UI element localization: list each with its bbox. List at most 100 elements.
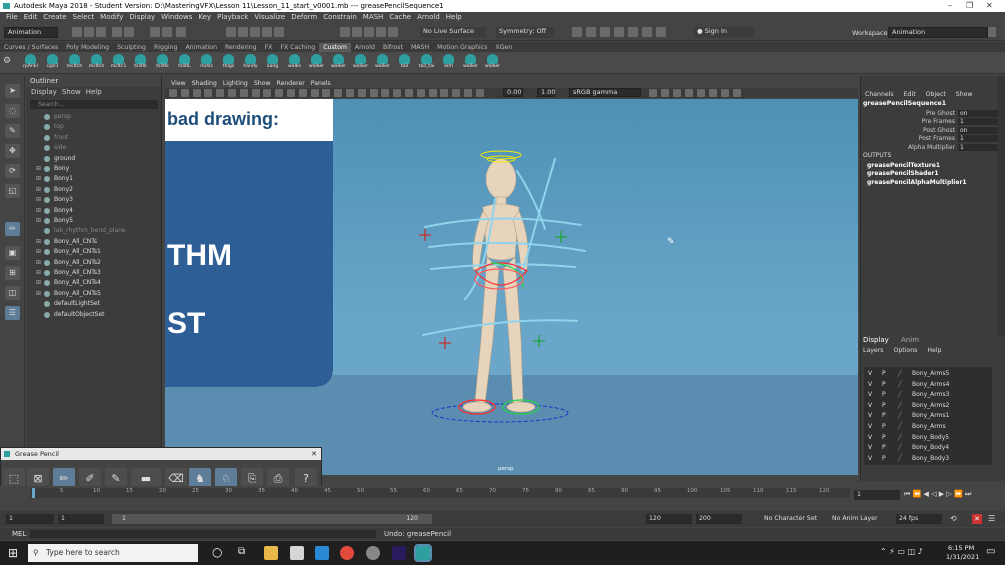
layer-color-swatch[interactable]: ╱ [898,390,902,400]
render-icon[interactable] [352,27,362,37]
viewport-tool-icon[interactable] [697,89,705,97]
display-tab[interactable]: Display [863,336,889,344]
channel-attribute-value[interactable]: on [958,126,998,134]
shelf-button[interactable]: walker [330,54,347,72]
outliner-item[interactable]: ⊞ Bony5 [28,216,158,226]
side-by-side-icon[interactable]: ◫ [5,286,20,300]
menu-display[interactable]: Display [129,13,155,21]
step-forward-key-icon[interactable]: ⏩ [954,490,963,498]
system-tray-icons[interactable]: ⌃ ⚡ ▭ ◫ ♪ [880,547,923,556]
shelf-button[interactable]: tslitlk [132,54,149,72]
outliner-item[interactable]: ⊞ Bony_All_CNTs3 [28,268,158,278]
expand-icon[interactable]: ⊞ [36,185,41,195]
viewport-menu-lighting[interactable]: Lighting [223,80,248,87]
layer-menu-options[interactable]: Options [893,347,917,354]
layer-row[interactable]: V P ╱ Bony_Arms5 [864,369,984,379]
viewport-tool-icon[interactable] [216,89,225,97]
viewport-tool-icon[interactable] [287,89,295,97]
layer-visibility-toggle[interactable]: V [868,443,872,453]
workspace-dropdown[interactable]: Animation [888,27,988,38]
outliner-item[interactable]: top [28,122,158,132]
expand-icon[interactable]: ⊞ [36,237,41,247]
outliner-search-input[interactable]: Search... [30,100,158,109]
select-tool-icon[interactable]: ➤ [5,84,20,98]
viewport-tool-icon[interactable] [239,89,248,97]
select-hierarchy-icon[interactable] [150,27,160,37]
loop-icon[interactable]: ⟲ [950,514,957,523]
menu-cache[interactable]: Cache [389,13,411,21]
shelf-button[interactable]: tslitlL [176,54,193,72]
task-view-icon[interactable]: ⧉ [238,546,245,557]
viewport-tool-icon[interactable] [393,89,402,97]
step-forward-icon[interactable]: ▷ [946,490,951,498]
mel-label[interactable]: MEL [12,528,26,540]
viewport-tool-icon[interactable] [357,89,366,97]
select-component-icon[interactable] [176,27,186,37]
premiere-icon[interactable] [392,546,406,560]
channel-attribute-row[interactable]: Alpha Multiplier 1 [861,143,999,152]
viewport-tool-icon[interactable] [661,89,669,97]
time-ruler[interactable]: 5 10 15 20 25 30 35 40 45 50 55 60 65 70 75 80 85 90 95 100… [30,488,850,498]
notifications-icon[interactable]: ▭ [986,546,995,557]
menu-mash[interactable]: MASH [363,13,384,21]
mel-input[interactable] [30,530,376,538]
render-sequence-icon[interactable] [586,27,596,37]
channel-attribute-value[interactable]: 1 [958,143,998,151]
render-frame-icon[interactable] [572,27,582,37]
output-node[interactable]: greasePencilShader1 [867,170,939,177]
snap-surface-icon[interactable] [262,27,272,37]
menu-select[interactable]: Select [73,13,95,21]
go-end-icon[interactable]: ⏭ [965,490,971,498]
channel-attribute-row[interactable]: Post Ghost on [861,126,999,135]
menu-deform[interactable]: Deform [291,13,317,21]
menu-constrain[interactable]: Constrain [323,13,357,21]
ipr-render-icon[interactable] [600,27,610,37]
outliner-item[interactable]: ⊞ Bony_All_CNTs5 [28,289,158,299]
menu-help[interactable]: Help [446,13,462,21]
character-set-dropdown[interactable]: No Character Set [764,515,817,522]
viewport-persp[interactable]: bad drawing: THM ST ✎ persp [165,99,858,475]
outliner-item[interactable]: ground [28,154,158,164]
layer-menu-help[interactable]: Help [927,347,941,354]
render-settings-icon[interactable] [376,27,386,37]
layer-row[interactable]: V P ╱ Bony_Body4 [864,443,984,453]
layer-row[interactable]: V P ╱ Bony_Body3 [864,454,984,464]
layer-row[interactable]: V P ╱ Bony_Body5 [864,433,984,443]
shelf-button[interactable]: mcltch [66,54,83,72]
step-back-icon[interactable]: ◀ [924,490,929,498]
shelf-button[interactable]: handy [242,54,259,72]
outliner-item[interactable]: persp [28,112,158,122]
paint-select-icon[interactable]: ✎ [5,124,20,138]
anim-layer-dropdown[interactable]: No Anim Layer [832,515,878,522]
layer-color-swatch[interactable]: ╱ [898,380,902,390]
grease-pencil-tool-icon[interactable]: ✏ [5,222,20,236]
browser-icon[interactable] [366,546,380,560]
channel-attribute-value[interactable]: 1 [958,135,998,143]
gamma-field[interactable]: 1.00 [537,88,555,97]
shelf-button[interactable]: mcltch [88,54,105,72]
viewport-tool-icon[interactable] [381,89,390,97]
outliner-menu-show[interactable]: Show [62,88,81,96]
shelf-button[interactable]: mcltc1 [110,54,127,72]
shelf-button[interactable]: rpAnkl [22,54,39,72]
clock-date[interactable]: 1/31/2021 [946,553,979,561]
minimize-button[interactable]: – [948,0,952,12]
shelf-button[interactable]: walker [484,54,501,72]
viewport-tool-icon[interactable] [346,89,354,97]
hypershade-icon[interactable] [388,27,398,37]
viewport-tool-icon[interactable] [310,89,319,97]
shelf-button[interactable]: cgsl1 [44,54,61,72]
outliner-item[interactable]: ⊞ Bony2 [28,185,158,195]
viewport-tool-icon[interactable] [334,89,343,97]
outliner-item[interactable]: lab_rhythm_bend_plane [28,226,158,236]
layer-row[interactable]: V P ╱ Bony_Arms2 [864,401,984,411]
current-frame-field[interactable]: 1 [854,490,900,500]
four-view-icon[interactable]: ⊞ [5,266,20,280]
shelf-button[interactable]: mctls [198,54,215,72]
shelf-button[interactable]: tail [396,54,413,72]
shelf-button[interactable]: walker [352,54,369,72]
layer-playback-toggle[interactable]: P [882,433,886,443]
step-back-key-icon[interactable]: ⏪ [913,490,922,498]
layer-playback-toggle[interactable]: P [882,401,886,411]
viewport-tool-icon[interactable] [405,89,413,97]
